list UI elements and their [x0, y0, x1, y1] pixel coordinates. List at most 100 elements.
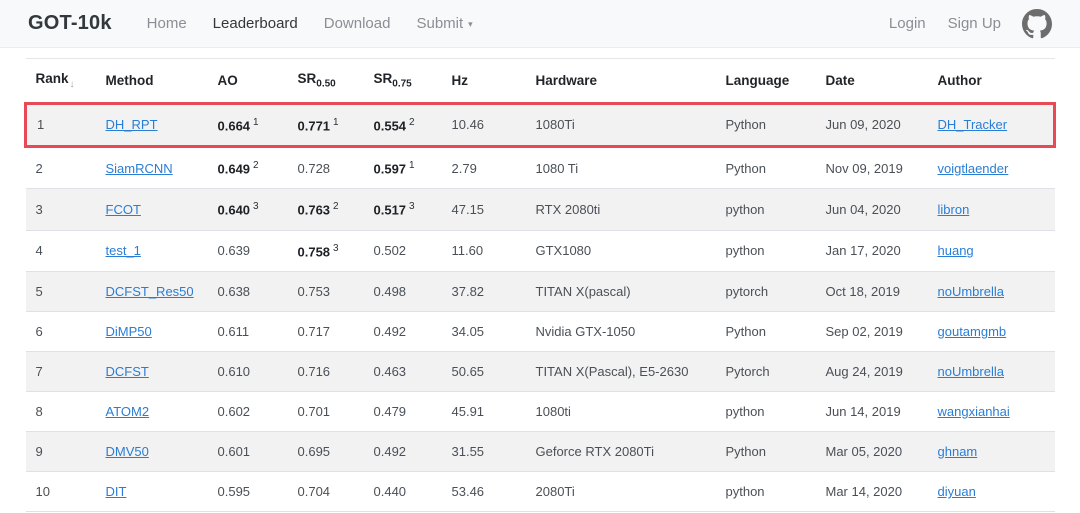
date-cell: Jun 04, 2020: [816, 189, 928, 230]
method-link[interactable]: FCOT: [106, 202, 141, 217]
language-cell: python: [716, 472, 816, 512]
sr050-value: 0.717: [298, 324, 331, 339]
author-cell: voigtlaender: [928, 147, 1055, 189]
sr050-cell: 0.716: [288, 352, 364, 392]
sr075-value: 0.597: [374, 161, 407, 176]
language-cell: python: [716, 230, 816, 271]
hardware-cell: TITAN X(pascal): [526, 272, 716, 312]
author-link[interactable]: ghnam: [938, 444, 978, 459]
col-header-rank[interactable]: Rank↓: [26, 59, 96, 104]
language-cell: Pytorch: [716, 352, 816, 392]
sr050-value: 0.753: [298, 284, 331, 299]
method-cell: FCOT: [96, 189, 208, 230]
method-link[interactable]: DCFST_Res50: [106, 284, 194, 299]
ao-value: 0.595: [218, 484, 251, 499]
author-link[interactable]: wangxianhai: [938, 404, 1010, 419]
date-cell: Mar 14, 2020: [816, 472, 928, 512]
col-header-hardware[interactable]: Hardware: [526, 59, 716, 104]
hz-cell: 53.46: [442, 472, 526, 512]
col-header-label: Language: [726, 73, 790, 88]
method-cell: DiMP50: [96, 312, 208, 352]
author-link[interactable]: noUmbrella: [938, 284, 1004, 299]
rank-superscript: 3: [409, 201, 415, 212]
col-header-label: Method: [106, 73, 154, 88]
sr075-value: 0.479: [374, 404, 407, 419]
col-header-language[interactable]: Language: [716, 59, 816, 104]
rank-cell: 9: [26, 432, 96, 472]
col-header-label: Date: [826, 73, 855, 88]
sr050-value: 0.701: [298, 404, 331, 419]
author-link[interactable]: diyuan: [938, 484, 976, 499]
sr075-cell: 0.5971: [364, 147, 442, 189]
brand[interactable]: GOT-10k: [28, 12, 112, 35]
method-link[interactable]: ATOM2: [106, 404, 150, 419]
caret-down-icon: ▾: [468, 19, 473, 30]
author-cell: DH_Tracker: [928, 103, 1055, 146]
sr050-cell: 0.701: [288, 392, 364, 432]
ao-cell: 0.638: [208, 272, 288, 312]
sr050-cell: 0.695: [288, 432, 364, 472]
col-header-date[interactable]: Date: [816, 59, 928, 104]
sr075-value: 0.463: [374, 364, 407, 379]
ao-cell: 0.602: [208, 392, 288, 432]
method-link[interactable]: DMV50: [106, 444, 149, 459]
rank-cell: 7: [26, 352, 96, 392]
method-link[interactable]: DiMP50: [106, 324, 152, 339]
rank-superscript: 3: [333, 243, 339, 254]
col-header-hz[interactable]: Hz: [442, 59, 526, 104]
table-row: 9DMV500.6010.6950.49231.55Geforce RTX 20…: [26, 432, 1055, 472]
hz-cell: 31.55: [442, 432, 526, 472]
method-link[interactable]: DH_RPT: [106, 117, 158, 132]
method-link[interactable]: test_1: [106, 243, 141, 258]
author-link[interactable]: goutamgmb: [938, 324, 1007, 339]
hardware-cell: 2080Ti: [526, 472, 716, 512]
language-cell: python: [716, 392, 816, 432]
author-link[interactable]: libron: [938, 202, 970, 217]
sr050-cell: 0.7583: [288, 230, 364, 271]
nav-item-submit[interactable]: Submit▾: [403, 15, 485, 32]
method-link[interactable]: DCFST: [106, 364, 149, 379]
sort-arrow-icon: ↓: [70, 79, 75, 90]
ao-value: 0.639: [218, 243, 251, 258]
author-link[interactable]: huang: [938, 243, 974, 258]
col-header-ao[interactable]: AO: [208, 59, 288, 104]
nav-item-label: Download: [324, 15, 391, 32]
sr050-value: 0.728: [298, 161, 331, 176]
sr075-value: 0.492: [374, 444, 407, 459]
method-link[interactable]: SiamRCNN: [106, 161, 173, 176]
method-cell: SiamRCNN: [96, 147, 208, 189]
col-header-method[interactable]: Method: [96, 59, 208, 104]
col-header-label: Author: [938, 73, 982, 88]
method-link[interactable]: DIT: [106, 484, 127, 499]
nav-item-label: Leaderboard: [213, 15, 298, 32]
sr075-value: 0.502: [374, 243, 407, 258]
sr075-cell: 0.5542: [364, 103, 442, 146]
signup-link[interactable]: Sign Up: [937, 15, 1012, 32]
rank-superscript: 1: [409, 160, 415, 171]
col-header-sr075[interactable]: SR0.75: [364, 59, 442, 104]
table-row: 8ATOM20.6020.7010.47945.911080tipythonJu…: [26, 392, 1055, 432]
col-header-author[interactable]: Author: [928, 59, 1055, 104]
col-header-sr050[interactable]: SR0.50: [288, 59, 364, 104]
rank-cell: 2: [26, 147, 96, 189]
col-header-label: Hardware: [536, 73, 598, 88]
rank-cell: 4: [26, 230, 96, 271]
nav-item-home[interactable]: Home: [134, 15, 200, 32]
method-cell: DCFST: [96, 352, 208, 392]
author-link[interactable]: voigtlaender: [938, 161, 1009, 176]
nav-item-leaderboard[interactable]: Leaderboard: [200, 15, 311, 32]
rank-superscript: 2: [409, 117, 415, 128]
sr075-value: 0.517: [374, 203, 407, 218]
sr075-value: 0.498: [374, 284, 407, 299]
author-link[interactable]: DH_Tracker: [938, 117, 1008, 132]
login-link[interactable]: Login: [878, 15, 937, 32]
method-cell: DMV50: [96, 432, 208, 472]
author-link[interactable]: noUmbrella: [938, 364, 1004, 379]
github-icon[interactable]: [1022, 9, 1052, 39]
author-cell: libron: [928, 189, 1055, 230]
nav-item-download[interactable]: Download: [311, 15, 404, 32]
ao-cell: 0.6641: [208, 103, 288, 146]
method-cell: DCFST_Res50: [96, 272, 208, 312]
author-cell: ghnam: [928, 432, 1055, 472]
rank-cell: 1: [26, 103, 96, 146]
